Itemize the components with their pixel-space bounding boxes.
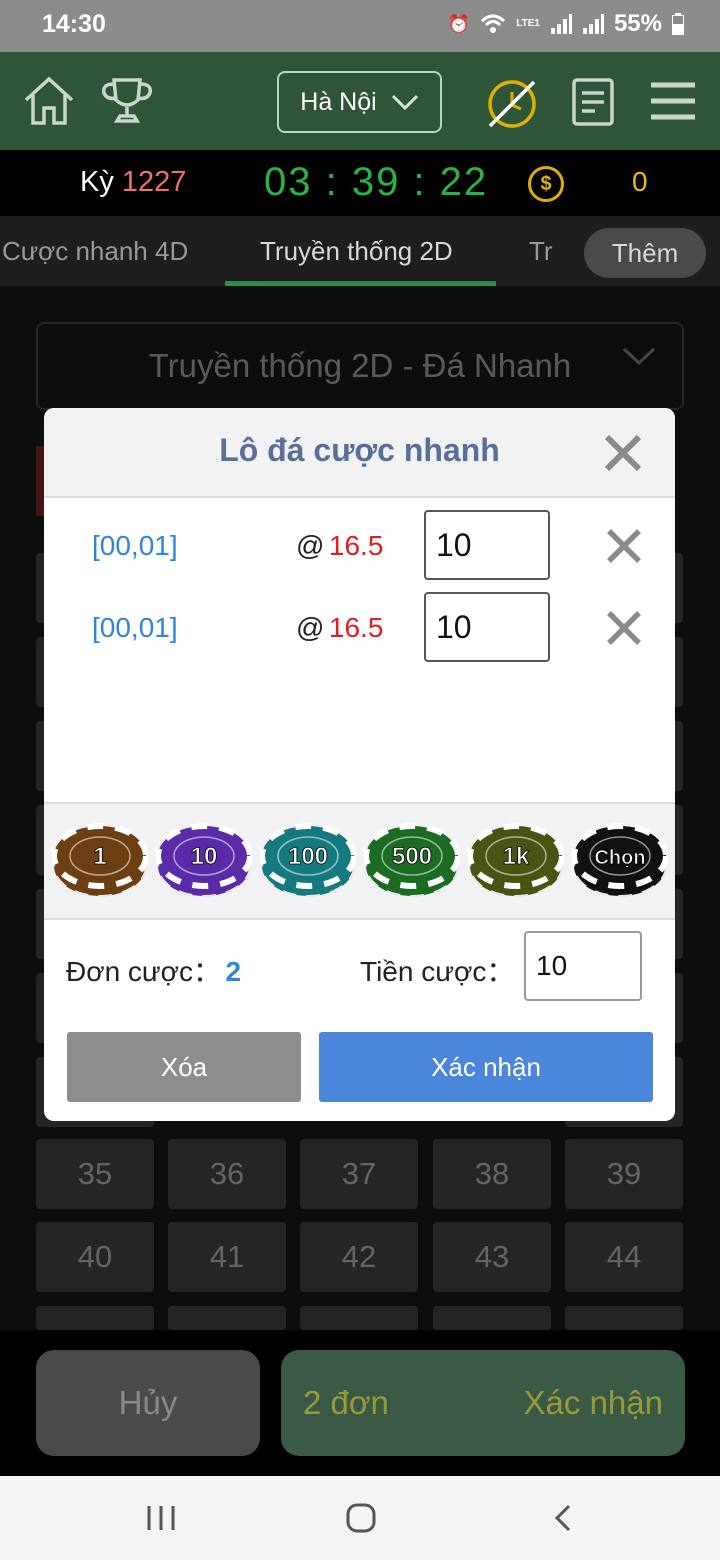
battery-icon bbox=[672, 13, 684, 35]
chip-selector: 1 10 100 500 1k Chọn bbox=[44, 802, 675, 920]
odds-value: 16.5 bbox=[328, 530, 384, 561]
remove-bet-icon[interactable] bbox=[605, 527, 643, 565]
chip-1[interactable]: 1 bbox=[52, 818, 148, 900]
order-count-summary: 2 đơn bbox=[303, 1384, 389, 1421]
city-select[interactable]: Hà Nội bbox=[277, 71, 442, 133]
coin-icon: $ bbox=[528, 166, 564, 202]
status-time: 14:30 bbox=[42, 10, 106, 38]
status-icons: ⏰ LTE1 55% bbox=[448, 10, 684, 38]
status-bar: 14:30 ⏰ LTE1 55% bbox=[0, 0, 720, 52]
bet-amount-label: Tiền cược： bbox=[360, 956, 515, 987]
disabled-clock-icon[interactable] bbox=[486, 78, 538, 130]
bet-numbers: [00,01] bbox=[92, 530, 178, 561]
delete-button[interactable]: Xóa bbox=[67, 1032, 301, 1102]
confirm-button[interactable]: Xác nhận bbox=[319, 1032, 653, 1102]
trophy-icon[interactable] bbox=[99, 76, 155, 126]
chip-label: Chọn bbox=[594, 847, 645, 869]
chip-label: 10 bbox=[191, 843, 218, 870]
modal-header: Lô đá cược nhanh bbox=[44, 408, 675, 498]
tab-quick-4d[interactable]: Cược nhanh 4D bbox=[2, 236, 188, 267]
close-icon[interactable] bbox=[602, 432, 644, 474]
menu-icon[interactable] bbox=[649, 80, 697, 122]
more-tabs-button[interactable]: Thêm bbox=[584, 228, 706, 278]
signal-icon bbox=[582, 14, 604, 34]
period-number: 1227 bbox=[121, 166, 187, 198]
recents-icon[interactable] bbox=[146, 1504, 176, 1532]
total-bet-amount-input[interactable]: 10 bbox=[524, 931, 642, 1001]
bet-amount-input[interactable]: 10 bbox=[424, 592, 550, 662]
city-select-label: Hà Nội bbox=[300, 87, 377, 116]
system-nav-bar bbox=[0, 1476, 720, 1560]
battery-percent: 55% bbox=[613, 10, 662, 37]
odds-value: 16.5 bbox=[328, 612, 384, 643]
order-count-label: Đơn cược： bbox=[66, 956, 222, 987]
remove-bet-icon[interactable] bbox=[605, 609, 643, 647]
tab-partial[interactable]: Tr bbox=[529, 236, 553, 267]
chip-100[interactable]: 100 bbox=[260, 818, 356, 900]
bet-amount-input[interactable]: 10 bbox=[424, 510, 550, 580]
bet-numbers: [00,01] bbox=[92, 612, 178, 643]
network-label: LTE1 bbox=[516, 18, 540, 29]
chip-chọn[interactable]: Chọn bbox=[572, 818, 668, 900]
home-icon[interactable] bbox=[22, 74, 76, 128]
bottom-confirm-button[interactable]: 2 đơn Xác nhận bbox=[281, 1350, 685, 1456]
order-count-value: 2 bbox=[225, 956, 242, 987]
bet-odds: @ 16.5 bbox=[296, 612, 383, 644]
chip-label: 1 bbox=[93, 843, 106, 870]
at-symbol: @ bbox=[296, 612, 325, 643]
chip-1k[interactable]: 1k bbox=[468, 818, 564, 900]
bet-odds: @ 16.5 bbox=[296, 530, 383, 562]
chip-label: 1k bbox=[503, 843, 530, 870]
modal-title: Lô đá cược nhanh bbox=[219, 432, 500, 468]
chevron-down-icon bbox=[391, 94, 418, 111]
at-symbol: @ bbox=[296, 530, 325, 561]
period-label: Kỳ bbox=[80, 166, 114, 198]
back-icon[interactable] bbox=[552, 1503, 574, 1533]
chip-label: 100 bbox=[288, 843, 328, 870]
document-icon[interactable] bbox=[571, 77, 617, 127]
wifi-icon bbox=[481, 14, 506, 33]
chip-500[interactable]: 500 bbox=[364, 818, 460, 900]
chip-label: 500 bbox=[392, 843, 432, 870]
cancel-button[interactable]: Hủy bbox=[36, 1350, 260, 1456]
tab-traditional-2d[interactable]: Truyền thống 2D bbox=[260, 236, 453, 267]
quick-bet-modal: Lô đá cược nhanh [00,01] @ 16.5 10 [00,0… bbox=[44, 408, 675, 1121]
balance-value: 0 bbox=[632, 166, 648, 197]
chip-10[interactable]: 10 bbox=[156, 818, 252, 900]
signal-icon bbox=[550, 14, 572, 34]
period-info: Kỳ 1227 bbox=[80, 166, 186, 199]
bottom-confirm-label: Xác nhận bbox=[523, 1384, 663, 1421]
countdown-timer: 03 : 39 : 22 bbox=[264, 160, 489, 204]
alarm-icon: ⏰ bbox=[447, 13, 471, 34]
order-count: Đơn cược： 2 bbox=[66, 950, 241, 990]
home-circle-icon[interactable] bbox=[345, 1502, 377, 1534]
